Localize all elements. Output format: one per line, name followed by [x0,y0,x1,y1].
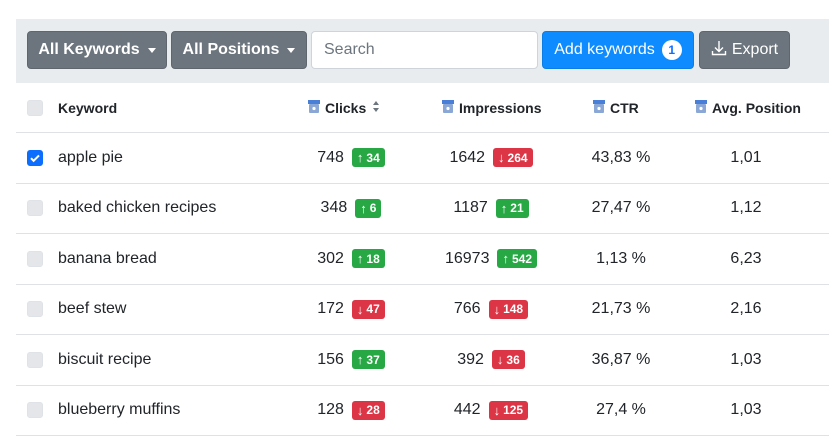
add-keywords-count-badge: 1 [661,40,682,60]
arrow-up-icon: ↑ [360,200,367,216]
impressions-delta-badge: ↑ 21 [495,198,529,218]
impressions-delta-badge: ↓ 125 [488,400,529,420]
row-checkbox[interactable] [27,200,43,217]
arrow-down-icon: ↓ [498,150,505,166]
download-icon [711,40,727,61]
google-lock-icon [306,98,322,117]
keywords-filter-dropdown[interactable]: All Keywords [27,31,167,69]
google-lock-icon [591,98,607,117]
clicks-cell: 748 ↑ 34 [276,133,426,183]
column-header-keyword: Keyword [58,99,118,116]
avg-position-cell: 1,03 [730,401,762,419]
column-header-impressions[interactable]: Impressions [440,83,541,132]
table-row[interactable]: biscuit recipe 156 ↑ 37 392 ↓ 36 36,87 % 1… [16,335,829,386]
clicks-delta-badge: ↑ 37 [351,350,385,370]
impressions-cell: 1642 ↓ 264 [421,133,561,183]
ctr-cell: 36,87 % [591,350,651,368]
clicks-cell: 156 ↑ 37 [276,335,426,385]
avg-position-cell: 1,12 [730,199,762,217]
table-row[interactable]: baked chicken recipes 348 ↑ 6 1187 ↑ 21 27… [16,184,829,234]
positions-filter-dropdown[interactable]: All Positions [171,31,307,69]
avg-position-cell: 2,16 [730,300,762,318]
impressions-delta-badge: ↓ 264 [493,148,533,168]
clicks-delta-badge: ↓ 28 [351,400,385,420]
clicks-cell: 348 ↑ 6 [276,184,426,234]
clicks-delta-badge: ↑ 34 [351,148,385,168]
clicks-delta-badge: ↑ 6 [355,198,382,218]
keywords-table: Keyword Clicks Impressions CTR Avg. Posi… [16,83,829,436]
arrow-up-icon: ↑ [356,150,364,166]
search-input[interactable] [311,31,538,69]
arrow-up-icon: ↑ [356,352,364,368]
impressions-delta-badge: ↓ 36 [491,350,525,370]
row-checkbox[interactable] [27,301,43,318]
arrow-up-icon: ↑ [500,200,508,216]
table-row[interactable]: banana bread 302 ↑ 18 16973 ↑ 542 1,13 % 6… [16,234,829,285]
row-checkbox[interactable] [27,351,43,368]
clicks-delta-badge: ↓ 47 [351,299,385,319]
export-button[interactable]: Export [699,31,790,69]
arrow-up-icon: ↑ [502,251,509,267]
avg-position-cell: 1,03 [730,350,762,368]
keyword-cell: banana bread [58,249,157,267]
column-header-ctr[interactable]: CTR [591,83,639,132]
add-keywords-button[interactable]: Add keywords 1 [542,31,694,69]
keyword-cell: baked chicken recipes [58,199,217,217]
row-checkbox[interactable] [27,402,43,419]
impressions-cell: 16973 ↑ 542 [421,234,561,284]
clicks-cell: 172 ↓ 47 [276,285,426,335]
google-lock-icon [693,98,709,117]
impressions-delta-badge: ↑ 542 [497,249,538,269]
arrow-down-icon: ↓ [496,352,504,368]
table-header: Keyword Clicks Impressions CTR Avg. Posi… [16,83,829,133]
impressions-delta-badge: ↓ 148 [488,299,529,319]
keyword-cell: biscuit recipe [58,350,152,368]
keyword-cell: beef stew [58,300,127,318]
table-body: apple pie 748 ↑ 34 1642 ↓ 264 43,83 % 1,01… [16,133,829,436]
clicks-cell: 302 ↑ 18 [276,234,426,284]
keyword-cell: blueberry muffins [58,401,181,419]
toolbar: All Keywords All Positions Add keywords … [16,19,829,83]
arrow-up-icon: ↑ [356,251,364,267]
arrow-down-icon: ↓ [356,402,364,418]
column-header-avg-position[interactable]: Avg. Position [693,83,801,132]
ctr-cell: 21,73 % [591,300,651,318]
ctr-cell: 1,13 % [596,249,646,267]
impressions-cell: 442 ↓ 125 [421,386,561,436]
ctr-cell: 27,47 % [591,199,651,217]
ctr-cell: 27,4 % [596,401,646,419]
clicks-delta-badge: ↑ 18 [351,249,385,269]
export-label: Export [731,41,779,58]
keyword-cell: apple pie [58,148,123,166]
column-header-clicks[interactable]: Clicks [306,83,380,132]
impressions-cell: 766 ↓ 148 [421,285,561,335]
keywords-filter-label: All Keywords [38,41,140,58]
ctr-cell: 43,83 % [591,148,651,166]
arrow-down-icon: ↓ [356,301,364,317]
clicks-cell: 128 ↓ 28 [276,386,426,436]
positions-filter-label: All Positions [182,41,280,58]
add-keywords-label: Add keywords [554,41,655,58]
sort-icon[interactable] [372,100,380,116]
google-lock-icon [440,98,456,117]
table-row[interactable]: beef stew 172 ↓ 47 766 ↓ 148 21,73 % 2,16 [16,285,829,335]
caret-down-icon [147,47,156,53]
avg-position-cell: 1,01 [730,148,762,166]
caret-down-icon [287,47,296,53]
arrow-down-icon: ↓ [493,301,501,317]
table-row[interactable]: apple pie 748 ↑ 34 1642 ↓ 264 43,83 % 1,01 [16,133,829,184]
select-all-checkbox[interactable] [27,99,43,116]
avg-position-cell: 6,23 [730,249,762,267]
row-checkbox[interactable] [27,149,43,166]
arrow-down-icon: ↓ [493,402,501,418]
row-checkbox[interactable] [27,250,43,267]
table-row[interactable]: blueberry muffins 128 ↓ 28 442 ↓ 125 27,4 … [16,386,829,436]
impressions-cell: 1187 ↑ 21 [421,184,561,234]
impressions-cell: 392 ↓ 36 [421,335,561,385]
